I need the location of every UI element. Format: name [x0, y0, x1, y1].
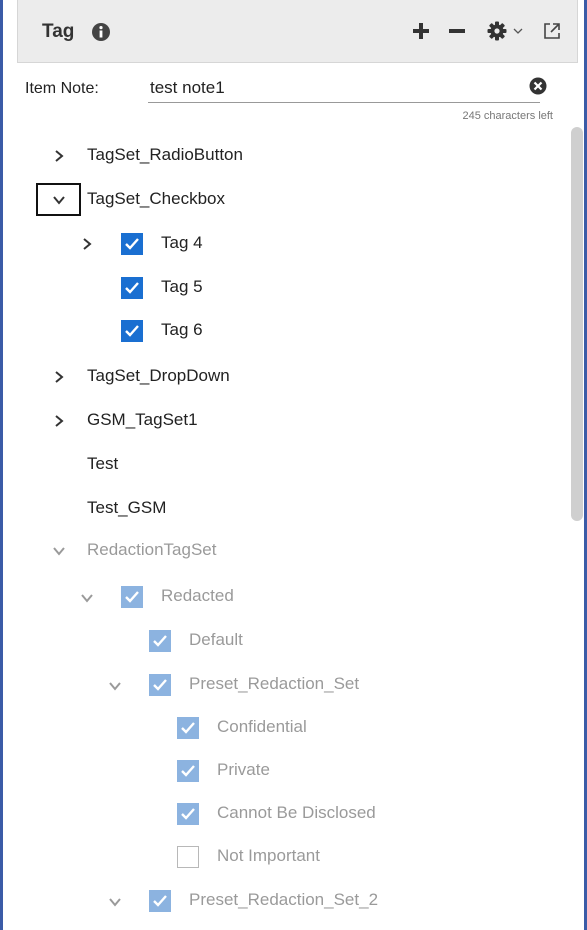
redacted-checkbox [121, 586, 143, 608]
characters-left-counter: 245 characters left [462, 110, 554, 122]
tree-item-preset-redaction-set: Preset_Redaction_Set [189, 674, 360, 693]
chevron-down-icon [81, 594, 93, 603]
tree-item-redaction-tagset: RedactionTagSet [87, 540, 217, 559]
not-important-checkbox [177, 846, 199, 868]
remove-button[interactable] [445, 19, 469, 43]
confidential-checkbox [177, 717, 199, 739]
tree-item-test-gsm[interactable]: Test_GSM [87, 498, 166, 518]
tree-item-tag5[interactable]: Tag 5 [161, 277, 203, 297]
tag6-checkbox[interactable] [121, 320, 143, 342]
panel-header: Tag [17, 0, 578, 63]
panel-title: Tag [42, 21, 75, 42]
tree-item-redacted: Redacted [161, 586, 234, 605]
tree-item-default: Default [189, 630, 243, 649]
scrollbar-thumb[interactable] [571, 127, 583, 521]
chevron-right-icon[interactable] [51, 369, 67, 385]
tree-item-tag4[interactable]: Tag 4 [161, 233, 203, 253]
tree-item-tagset-dropdown[interactable]: TagSet_DropDown [87, 366, 230, 386]
chevron-down-icon[interactable] [51, 192, 67, 208]
tree-item-tagset-radiobutton[interactable]: TagSet_RadioButton [87, 145, 243, 165]
tree-item-tag6[interactable]: Tag 6 [161, 320, 203, 340]
add-button[interactable] [409, 19, 433, 43]
chevron-down-icon [513, 28, 522, 34]
tag5-checkbox[interactable] [121, 277, 143, 299]
tree-item-confidential: Confidential [217, 717, 307, 736]
minus-icon [449, 29, 465, 33]
popout-icon [544, 23, 560, 39]
tree-item-preset-redaction-set-2: Preset_Redaction_Set_2 [189, 890, 379, 909]
chevron-down-icon [109, 682, 121, 691]
chevron-right-icon[interactable] [79, 236, 95, 252]
tree-item-gsm-tagset1[interactable]: GSM_TagSet1 [87, 410, 198, 430]
info-icon[interactable] [91, 22, 111, 42]
cannot-be-disclosed-checkbox [177, 803, 199, 825]
tag4-checkbox[interactable] [121, 233, 143, 255]
item-note-label: Item Note: [25, 80, 99, 97]
gear-icon [487, 21, 506, 41]
tree-item-not-important: Not Important [217, 846, 320, 865]
tag-panel: Tag Item Note: test note1 245 characters… [0, 0, 587, 930]
item-note-input[interactable] [148, 74, 540, 103]
tree-item-test[interactable]: Test [87, 454, 118, 474]
preset-redaction-set-checkbox [149, 674, 171, 696]
tree-item-private: Private [217, 760, 270, 779]
popout-button[interactable] [540, 19, 564, 43]
plus-icon [413, 23, 429, 39]
settings-menu-button[interactable] [484, 19, 526, 43]
chevron-right-icon[interactable] [51, 413, 67, 429]
chevron-down-icon [109, 898, 121, 907]
default-checkbox [149, 630, 171, 652]
chevron-right-icon[interactable] [51, 148, 67, 164]
private-checkbox [177, 760, 199, 782]
tree-item-tagset-checkbox[interactable]: TagSet_Checkbox [87, 189, 225, 209]
preset-redaction-set-2-checkbox [149, 890, 171, 912]
tree-item-cannot-be-disclosed: Cannot Be Disclosed [217, 803, 376, 822]
clear-note-icon[interactable] [529, 77, 547, 95]
chevron-down-icon [53, 547, 65, 556]
